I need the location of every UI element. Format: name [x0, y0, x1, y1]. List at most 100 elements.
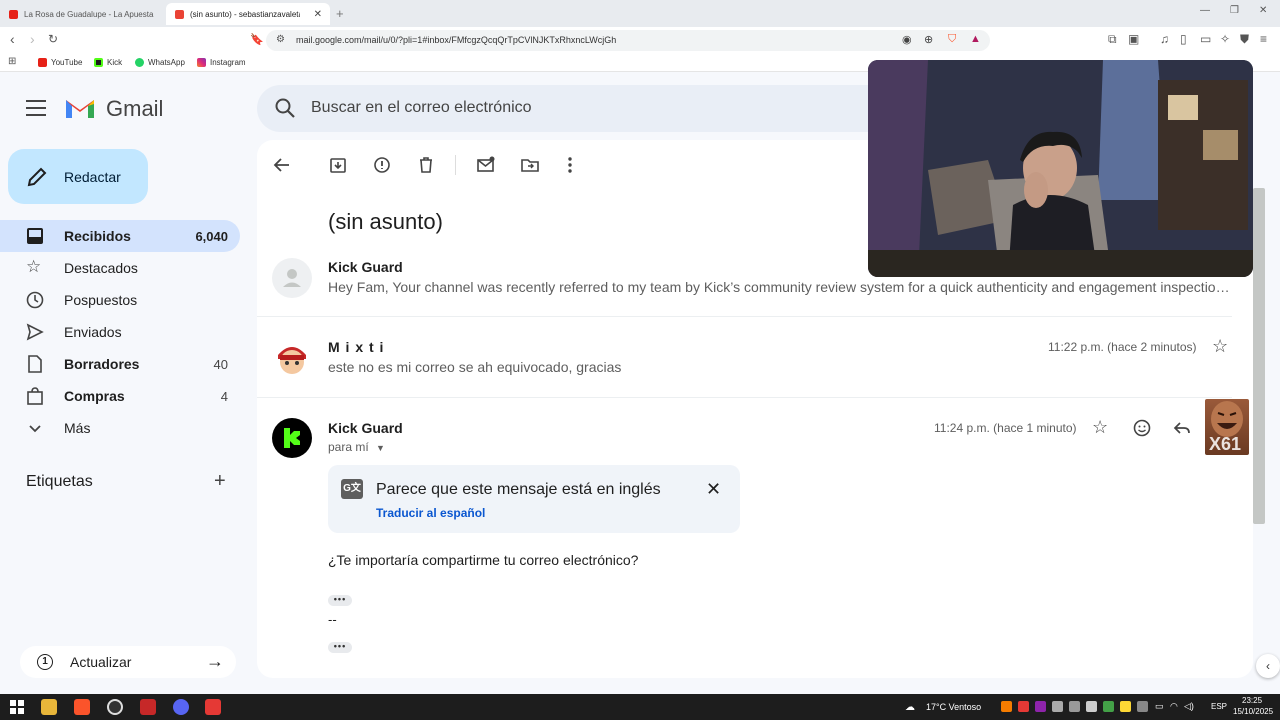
reply-icon[interactable]	[1172, 418, 1192, 438]
archive-icon[interactable]	[328, 155, 348, 175]
add-label-icon[interactable]: +	[214, 470, 226, 493]
tray-app-icon[interactable]	[1086, 701, 1097, 712]
compose-button[interactable]: Redactar	[8, 149, 148, 204]
search-icon[interactable]	[274, 97, 296, 119]
tray-app-icon[interactable]	[1052, 701, 1063, 712]
sidebar-item-enviados[interactable]: Enviados	[0, 316, 240, 348]
main-menu-button[interactable]	[26, 100, 46, 116]
translate-link[interactable]: Traducir al español	[376, 506, 485, 520]
message-collapsed[interactable]: M i x t i este no es mi correo se ah equ…	[257, 328, 1232, 396]
url-text[interactable]: mail.google.com/mail/u/0/?pli=1#inbox/FM…	[296, 35, 616, 45]
sidebar-item-pospuestos[interactable]: Pospuestos	[0, 284, 240, 316]
eye-icon[interactable]: ◉	[902, 33, 912, 46]
extension-puzzle-icon[interactable]: ⧉	[1108, 32, 1117, 47]
sidebar-item-destacados[interactable]: ☆ Destacados	[0, 252, 240, 284]
tray-app-icon[interactable]	[1069, 701, 1080, 712]
draft-count: 40	[213, 356, 228, 372]
file-explorer-icon[interactable]	[41, 699, 57, 715]
streaming-app-icon[interactable]	[205, 699, 221, 715]
browser-tab-active[interactable]: (sin asunto) - sebastianzavaleta... ✕	[166, 3, 330, 25]
arrow-right-icon[interactable]: →	[206, 651, 224, 672]
clock-time[interactable]: 23:25	[1242, 696, 1262, 705]
message-snippet: Hey Fam, Your channel was recently refer…	[328, 279, 1233, 295]
address-bar[interactable]: ⚙ mail.google.com/mail/u/0/?pli=1#inbox/…	[266, 30, 990, 51]
network-icon[interactable]: ▭	[1155, 701, 1164, 712]
search-bar[interactable]	[257, 85, 937, 132]
weather-text[interactable]: 17°C Ventoso	[926, 702, 981, 712]
brave-rewards-icon[interactable]: ▲	[970, 33, 981, 45]
bookmark-icon[interactable]: 🔖	[250, 33, 264, 46]
windows-start-icon[interactable]	[9, 699, 25, 715]
recipient-toggle[interactable]: para mí ▼	[328, 440, 385, 454]
update-banner[interactable]: 1 Actualizar →	[20, 646, 236, 678]
site-info-icon[interactable]: ⚙	[276, 34, 285, 45]
show-trimmed-button[interactable]: •••	[328, 642, 352, 653]
browser-toolbar: ‹ › ↻ 🔖 ⚙ mail.google.com/mail/u/0/?pli=…	[0, 27, 1280, 54]
sidebar-item-compras[interactable]: Compras 4	[0, 380, 240, 412]
search-input[interactable]	[311, 97, 871, 119]
reader-icon[interactable]: ▣	[1128, 32, 1139, 46]
emoji-react-icon[interactable]	[1132, 418, 1152, 438]
close-tab-icon[interactable]: ✕	[314, 9, 322, 20]
gmail-logo-icon[interactable]	[64, 96, 96, 120]
scrollbar[interactable]	[1253, 188, 1265, 524]
tray-app-icon[interactable]	[1018, 701, 1029, 712]
input-language[interactable]: ESP	[1211, 702, 1227, 711]
webcam-feed-image	[868, 60, 1253, 277]
apps-grid-icon[interactable]: ⊞	[8, 56, 16, 67]
report-spam-icon[interactable]	[372, 155, 392, 175]
clock-date[interactable]: 15/10/2025	[1233, 707, 1273, 716]
music-icon[interactable]: ♫	[1160, 32, 1169, 46]
menu-icon[interactable]: ≡	[1260, 32, 1267, 46]
back-icon[interactable]: ‹	[10, 31, 15, 47]
delete-icon[interactable]	[416, 155, 436, 175]
mark-unread-icon[interactable]	[476, 155, 496, 175]
sidebar-item-mas[interactable]: Más	[0, 412, 240, 444]
zoom-icon[interactable]: ⊕	[924, 33, 933, 46]
volume-icon[interactable]: ◁)	[1184, 701, 1194, 712]
star-icon[interactable]: ☆	[1092, 417, 1108, 438]
show-trimmed-button[interactable]: •••	[328, 595, 352, 606]
sidebar-item-borradores[interactable]: Borradores 40	[0, 348, 240, 380]
sidebar-icon[interactable]: ▯	[1180, 32, 1187, 46]
bookmark-label: YouTube	[51, 58, 83, 67]
brave-shield-icon[interactable]: ⛉	[948, 33, 956, 46]
tray-app-icon[interactable]	[1137, 701, 1148, 712]
caret-down-icon[interactable]: ▼	[376, 443, 385, 453]
collapse-side-panel-button[interactable]: ‹	[1256, 654, 1280, 678]
brave-browser-icon[interactable]	[74, 699, 90, 715]
back-arrow-icon[interactable]	[272, 155, 292, 175]
bookmark-instagram[interactable]: Instagram	[197, 58, 246, 67]
weather-icon[interactable]: ☁	[905, 702, 915, 713]
discord-icon[interactable]	[173, 699, 189, 715]
restore-button[interactable]: ❐	[1230, 5, 1239, 16]
forward-icon[interactable]: ›	[30, 31, 35, 47]
star-icon[interactable]: ☆	[1212, 336, 1228, 357]
browser-tab[interactable]: La Rosa de Guadalupe - La Apuesta	[0, 3, 164, 25]
tray-app-icon[interactable]	[1103, 701, 1114, 712]
sidebar-item-label: Enviados	[64, 324, 122, 340]
tray-app-icon[interactable]	[1001, 701, 1012, 712]
message-time: 11:22 p.m. (hace 2 minutos)	[1048, 340, 1197, 354]
webcam-overlay	[868, 60, 1253, 277]
minimize-button[interactable]: —	[1200, 5, 1210, 16]
reload-icon[interactable]: ↻	[48, 32, 58, 46]
wallet-icon[interactable]: ▭	[1200, 32, 1211, 46]
bookmark-kick[interactable]: Kick	[94, 58, 122, 67]
voicemeeter-icon[interactable]	[140, 699, 156, 715]
tab-title: La Rosa de Guadalupe - La Apuesta	[24, 9, 154, 19]
move-to-icon[interactable]	[520, 155, 540, 175]
bookmark-whatsapp[interactable]: WhatsApp	[135, 58, 185, 67]
close-window-button[interactable]: ✕	[1259, 5, 1267, 16]
more-options-icon[interactable]	[560, 155, 580, 175]
new-tab-button[interactable]: +	[336, 6, 344, 21]
sidebar-item-recibidos[interactable]: Recibidos 6,040	[0, 220, 240, 252]
obs-icon[interactable]	[107, 699, 123, 715]
tray-app-icon[interactable]	[1120, 701, 1131, 712]
bookmark-youtube[interactable]: YouTube	[38, 58, 82, 67]
wifi-icon[interactable]: ◠	[1170, 701, 1178, 712]
close-icon[interactable]: ✕	[706, 479, 721, 500]
leo-ai-icon[interactable]: ✧	[1220, 32, 1230, 46]
vpn-icon[interactable]: ⛊	[1240, 32, 1249, 47]
tray-app-icon[interactable]	[1035, 701, 1046, 712]
